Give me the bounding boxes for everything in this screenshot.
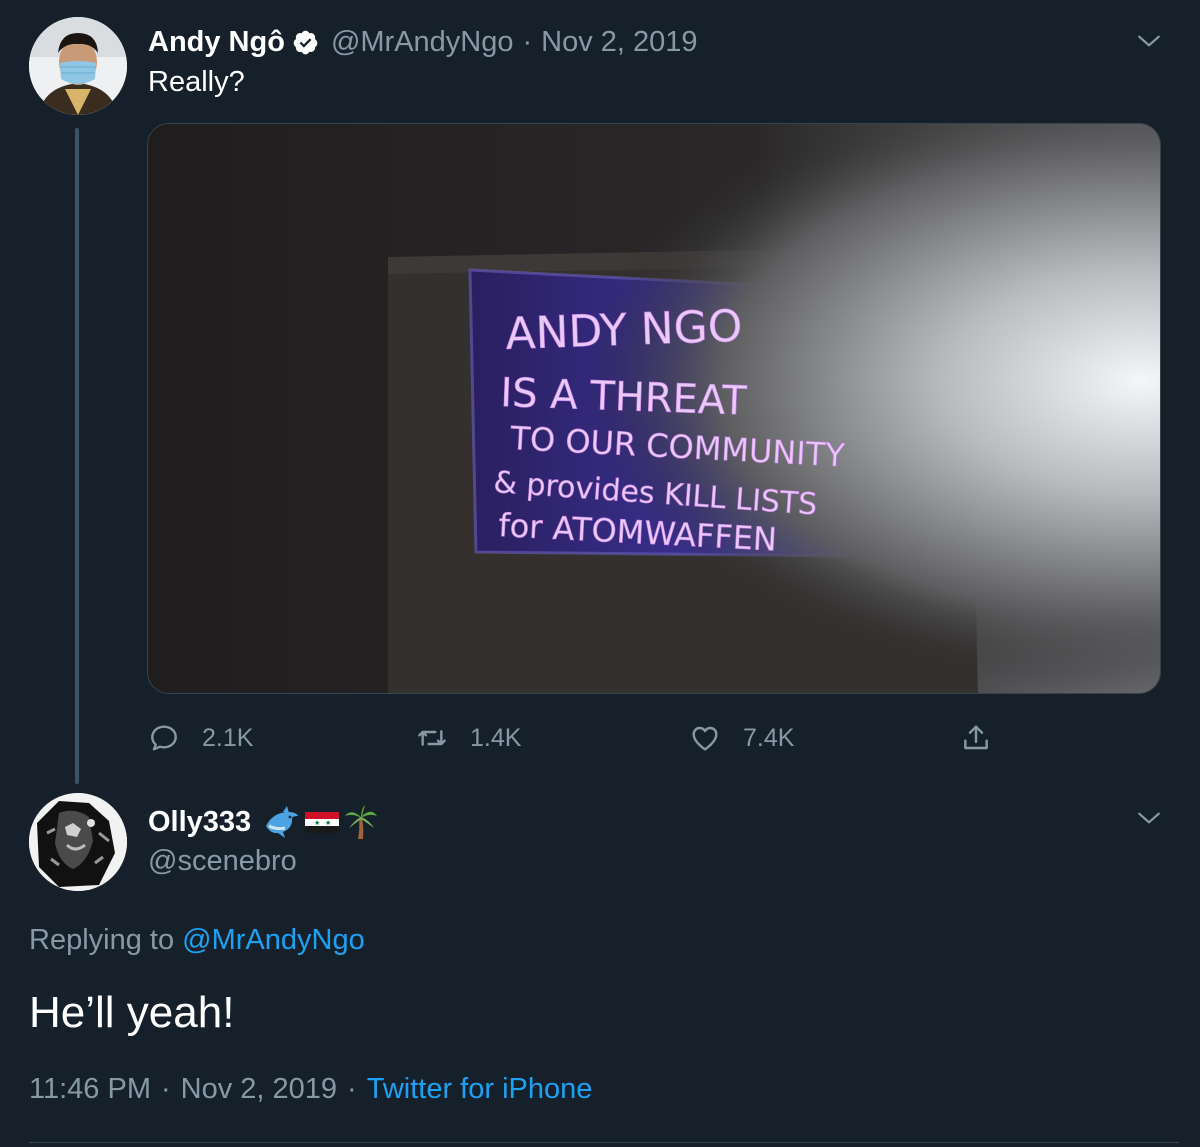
separator-dot: · [347,1073,357,1105]
share-icon [964,725,988,750]
avatar[interactable] [29,17,127,115]
replying-to-label: Replying to [29,924,175,956]
replying-to-mention[interactable]: @MrAndyNgo [182,924,365,956]
retweet-action[interactable]: 1.4K [416,715,521,761]
name-emojis: ★ ★ [263,804,381,840]
reply-avatar-image [29,793,127,891]
separator-dot: · [522,25,533,58]
reply-icon [151,725,177,751]
separator-dot: · [160,1073,171,1105]
reply-action[interactable]: 2.1K [148,715,253,761]
chevron-down-icon[interactable] [1136,805,1162,831]
verified-badge-icon [293,30,318,54]
retweet-count: 1.4K [470,723,522,752]
reply-time[interactable]: 11:46 PM [29,1073,151,1106]
svg-text:★: ★ [314,819,320,827]
thread-connector-line [75,128,79,784]
tweet-header: Andy Ngô @MrAndyNgo · Nov 2, 2019 [148,22,698,62]
tweet-text: Really? [148,66,245,98]
author-handle[interactable]: @MrAndyNgo [331,26,514,59]
tweet-photo[interactable]: ANDY NGO IS A THREAT TO OUR COMMUNITY & … [147,123,1161,694]
reply-meta: 11:46 PM · Nov 2, 2019 · Twitter for iPh… [29,1073,592,1106]
palm-tree-emoji [345,805,378,839]
reply-author-handle[interactable]: @scenebro [148,845,297,878]
reply-avatar[interactable] [29,793,127,891]
avatar-image [29,17,127,115]
reply-date[interactable]: Nov 2, 2019 [181,1073,337,1106]
tweet-actions: 2.1K 1.4K 7.4K [148,715,1008,761]
retweet-icon [418,730,446,746]
dolphin-emoji [266,806,299,838]
svg-text:IS A THREAT: IS A THREAT [500,370,748,425]
tweet-date[interactable]: Nov 2, 2019 [541,26,697,59]
sign-photo: ANDY NGO IS A THREAT TO OUR COMMUNITY & … [148,124,1160,693]
svg-text:★: ★ [325,819,331,827]
svg-text:ANDY NGO: ANDY NGO [505,301,744,360]
reply-author-name[interactable]: Olly333 [148,806,251,839]
divider [29,1142,1179,1143]
reply-header: Olly333 ★ ★ [148,800,381,844]
reply-source[interactable]: Twitter for iPhone [367,1073,593,1106]
reply-count: 2.1K [202,723,254,752]
chevron-down-icon[interactable] [1136,28,1162,54]
heart-icon [692,726,718,751]
reply-text: He’ll yeah! [29,988,235,1037]
like-action[interactable]: 7.4K [689,715,794,761]
tweet-thread: Andy Ngô @MrAndyNgo · Nov 2, 2019 Really… [0,0,1200,1147]
like-count: 7.4K [743,723,795,752]
share-action[interactable] [960,715,1014,761]
author-name[interactable]: Andy Ngô [148,26,285,59]
syria-flag-emoji: ★ ★ [305,812,340,833]
replying-to: Replying to @MrAndyNgo [29,924,365,957]
